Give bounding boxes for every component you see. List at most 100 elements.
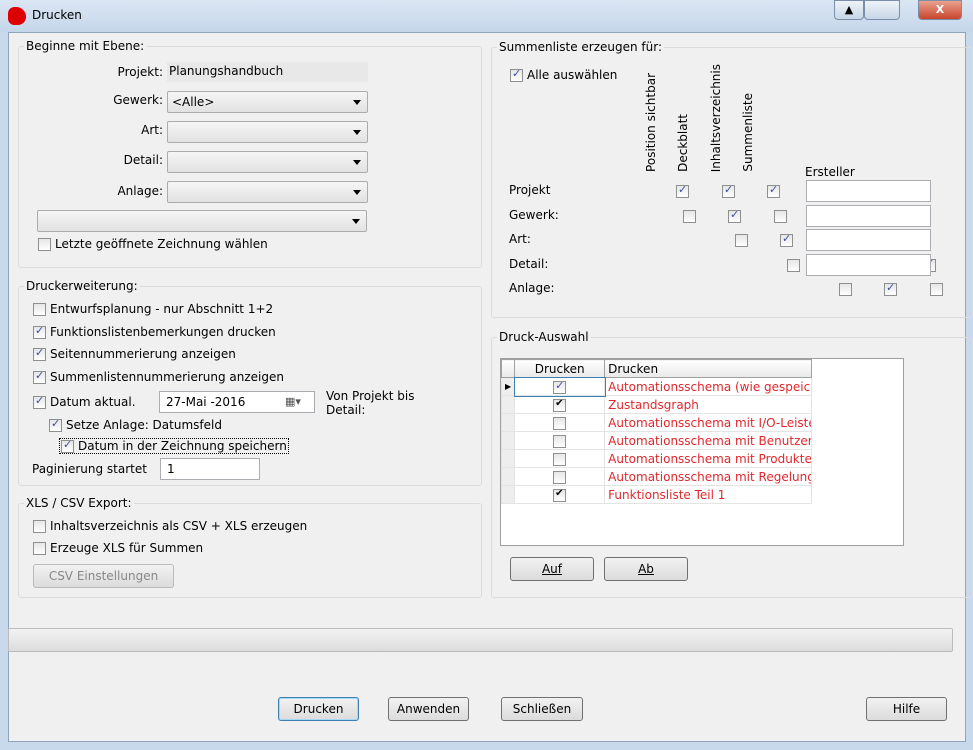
summen-checkbox[interactable] xyxy=(787,258,800,272)
print-checkbox[interactable] xyxy=(553,452,567,466)
seitennummerierung-checkbox[interactable]: Seitennummerierung anzeigen xyxy=(33,346,236,361)
schliessen-button[interactable]: Schließen xyxy=(501,697,583,721)
table-row[interactable]: Funktionsliste Teil 1 xyxy=(500,485,813,504)
letzte-label: Letzte geöffnete Zeichnung wählen xyxy=(55,237,268,251)
ersteller-input[interactable] xyxy=(806,204,931,227)
print-item-label: Automationsschema mit Benutzerschlü xyxy=(604,431,813,450)
setze-label: Setze Anlage: Datumsfeld xyxy=(66,418,222,432)
summen-checkbox[interactable] xyxy=(780,232,793,247)
projekt-label: Projekt: xyxy=(117,65,163,79)
gewerk-label: Gewerk: xyxy=(113,93,163,107)
inhalt-csv-checkbox[interactable]: Inhaltsverzeichnis als CSV + XLS erzeuge… xyxy=(33,519,307,533)
summen-checkbox[interactable] xyxy=(839,283,852,296)
table-row[interactable]: Automationsschema mit I/O-Leisten xyxy=(500,413,813,432)
row-label: Detail: xyxy=(509,256,549,271)
print-item-label: Automationsschema mit I/O-Leisten xyxy=(604,413,813,432)
letzte-checkbox[interactable]: Letzte geöffnete Zeichnung wählen xyxy=(38,237,268,251)
alle-auswaehlen-label: Alle auswählen xyxy=(527,68,618,82)
art-select[interactable] xyxy=(167,121,368,143)
funktionsliste-checkbox[interactable]: Funktionslistenbemerkungen drucken xyxy=(33,324,276,339)
summen-xls-label: Erzeuge XLS für Summen xyxy=(50,541,204,555)
funktionsliste-label: Funktionslistenbemerkungen drucken xyxy=(50,325,276,339)
progress-bar xyxy=(8,628,953,652)
ersteller-label: Ersteller xyxy=(805,165,855,179)
title-bar xyxy=(0,0,973,32)
pin-button[interactable] xyxy=(864,0,900,20)
print-item-label: Zustandsgraph xyxy=(604,395,813,414)
print-item-label: Funktionsliste Teil 1 xyxy=(604,485,813,504)
druck-auswahl-legend: Druck-Auswahl xyxy=(497,330,591,344)
table-row[interactable]: Automationsschema mit Produkten xyxy=(500,449,813,468)
summen-checkbox[interactable] xyxy=(722,183,735,198)
table-row[interactable]: Automationsschema mit Regelung xyxy=(500,467,813,486)
auf-button[interactable]: Auf xyxy=(510,557,594,581)
speichern-label: Datum in der Zeichnung speichern xyxy=(78,439,287,453)
collapse-button[interactable]: ▲ xyxy=(834,0,864,20)
ab-label: Ab xyxy=(638,562,654,576)
summennummerierung-label: Summenlistennummerierung anzeigen xyxy=(50,370,284,384)
column-header-drucken-name[interactable]: Drucken xyxy=(604,359,813,378)
gewerk-select[interactable]: <Alle> xyxy=(167,91,368,113)
von-projekt-label: Von Projekt bis Detail: xyxy=(326,389,415,417)
detail-label: Detail: xyxy=(123,153,163,167)
row-label: Gewerk: xyxy=(509,207,559,222)
summen-checkbox[interactable] xyxy=(884,281,897,296)
print-checkbox[interactable] xyxy=(553,379,567,394)
hilfe-button[interactable]: Hilfe xyxy=(866,697,947,721)
column-header-drucken-check[interactable]: Drucken xyxy=(514,359,606,378)
column-label: Inhaltsverzeichnis xyxy=(709,63,723,172)
ersteller-input[interactable] xyxy=(806,253,931,276)
print-checkbox[interactable] xyxy=(553,398,567,412)
row-label: Art: xyxy=(509,232,531,246)
anlage-select[interactable] xyxy=(167,181,368,203)
drucken-button[interactable]: Drucken xyxy=(278,697,359,721)
calendar-icon[interactable]: ▦▾ xyxy=(285,395,301,408)
inhalt-csv-label: Inhaltsverzeichnis als CSV + XLS erzeuge… xyxy=(50,519,308,533)
summen-checkbox[interactable] xyxy=(683,209,696,223)
summen-xls-checkbox[interactable]: Erzeuge XLS für Summen xyxy=(33,541,203,555)
print-item-label: Automationsschema mit Regelung xyxy=(604,467,813,486)
print-item-label: Automationsschema mit Produkten xyxy=(604,449,813,468)
druckerweiterung-group xyxy=(18,286,482,486)
paginierung-label: Paginierung startet xyxy=(32,462,147,476)
setze-checkbox[interactable]: Setze Anlage: Datumsfeld xyxy=(49,417,222,432)
window-title: Drucken xyxy=(32,8,82,22)
alle-auswaehlen-checkbox[interactable]: Alle auswählen xyxy=(510,67,618,82)
column-label: Deckblatt xyxy=(676,114,690,172)
row-label: Projekt xyxy=(509,183,551,197)
ersteller-input[interactable] xyxy=(806,229,931,251)
speichern-checkbox[interactable]: Datum in der Zeichnung speichern xyxy=(59,438,289,454)
summen-checkbox[interactable] xyxy=(676,183,689,198)
anwenden-button[interactable]: Anwenden xyxy=(388,697,469,721)
csv-settings-button[interactable]: CSV Einstellungen xyxy=(33,564,174,588)
summen-checkbox[interactable] xyxy=(930,283,943,296)
print-checkbox[interactable] xyxy=(553,434,567,448)
column-label: Position sichtbar xyxy=(644,73,658,172)
table-row[interactable]: Automationsschema mit Benutzerschlü xyxy=(500,431,813,450)
summennummerierung-checkbox[interactable]: Summenlistennummerierung anzeigen xyxy=(33,369,284,384)
datum-label: Datum aktual. xyxy=(50,395,136,409)
entwurf-label: Entwurfsplanung - nur Abschnitt 1+2 xyxy=(50,302,274,316)
summen-checkbox[interactable] xyxy=(735,234,748,247)
table-row[interactable]: ▶Automationsschema (wie gespeichert) xyxy=(500,376,813,397)
paginierung-input[interactable]: 1 xyxy=(160,458,260,480)
table-row[interactable]: Zustandsgraph xyxy=(500,395,813,414)
zeichnung-select[interactable] xyxy=(37,210,367,232)
print-checkbox[interactable] xyxy=(553,488,567,502)
checkbox[interactable] xyxy=(38,237,51,251)
datum-checkbox[interactable]: Datum aktual. xyxy=(33,394,136,409)
summen-checkbox[interactable] xyxy=(767,183,780,198)
row-label: Anlage: xyxy=(509,281,555,295)
close-button[interactable]: X xyxy=(918,0,962,20)
summen-checkbox[interactable] xyxy=(774,209,787,223)
ab-button[interactable]: Ab xyxy=(604,557,688,581)
print-checkbox[interactable] xyxy=(553,416,567,430)
ersteller-input[interactable] xyxy=(806,180,931,202)
print-checkbox[interactable] xyxy=(553,470,567,484)
entwurf-checkbox[interactable]: Entwurfsplanung - nur Abschnitt 1+2 xyxy=(33,302,273,316)
summen-checkbox[interactable] xyxy=(728,208,741,223)
detail-select[interactable] xyxy=(167,151,368,173)
druck-auswahl-grid: DruckenDrucken ▶Automationsschema (wie g… xyxy=(500,358,904,546)
projekt-value: Planungshandbuch xyxy=(167,62,368,82)
art-label: Art: xyxy=(141,123,163,137)
